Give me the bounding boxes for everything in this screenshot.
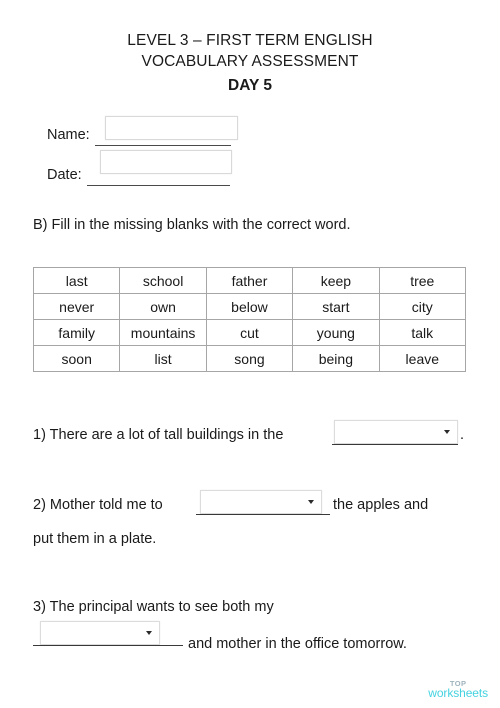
table-row: soon list song being leave	[32, 345, 467, 372]
question-2-dropdown[interactable]	[200, 490, 322, 514]
word-cell: start	[292, 293, 380, 320]
title-line-2: VOCABULARY ASSESSMENT	[141, 53, 359, 71]
word-bank-table: last school father keep tree never own b…	[32, 267, 467, 372]
title-day: DAY 5	[228, 76, 272, 94]
word-cell: list	[119, 345, 207, 372]
chevron-down-icon	[146, 631, 152, 635]
word-cell: father	[205, 267, 294, 294]
page-title: LEVEL 3 – FIRST TERM ENGLISH VOCABULARY …	[0, 0, 500, 96]
word-cell: leave	[378, 345, 467, 372]
question-2-text-after: the apples and	[333, 497, 429, 513]
question-3-dropdown[interactable]	[40, 621, 160, 645]
question-1-blank-underline	[332, 444, 458, 445]
chevron-down-icon	[308, 500, 314, 504]
word-cell: tree	[378, 267, 467, 294]
word-cell: keep	[292, 267, 380, 294]
name-input[interactable]	[105, 116, 238, 140]
table-row: family mountains cut young talk	[32, 319, 467, 346]
word-cell: young	[292, 319, 380, 346]
word-cell: never	[32, 293, 121, 320]
question-2-text-continued: put them in a plate.	[33, 531, 157, 547]
question-3-blank-underline	[33, 645, 183, 646]
question-1-period: .	[460, 427, 465, 443]
date-underline	[86, 185, 230, 186]
word-cell: own	[119, 293, 207, 320]
logo-main-text: worksheets	[428, 686, 488, 701]
question-1-dropdown[interactable]	[334, 420, 458, 444]
word-cell: below	[205, 293, 294, 320]
word-cell: cut	[205, 319, 294, 346]
word-cell: being	[292, 345, 380, 372]
word-cell: mountains	[119, 319, 207, 346]
question-2-blank-underline	[196, 514, 330, 515]
name-label: Name:	[47, 126, 90, 143]
word-cell: last	[32, 267, 121, 294]
word-cell: talk	[378, 319, 467, 346]
instruction-text: B) Fill in the missing blanks with the c…	[33, 217, 351, 233]
table-row: never own below start city	[32, 293, 467, 320]
word-cell: soon	[32, 345, 121, 372]
word-cell: city	[378, 293, 467, 320]
question-2-text: 2) Mother told me to	[33, 497, 163, 513]
chevron-down-icon	[444, 430, 450, 434]
date-label: Date:	[47, 166, 82, 183]
word-cell: song	[205, 345, 294, 372]
question-1-text: 1) There are a lot of tall buildings in …	[33, 427, 284, 443]
topworksheets-logo: TOP worksheets	[428, 679, 488, 701]
title-line-1: LEVEL 3 – FIRST TERM ENGLISH	[127, 32, 373, 49]
word-cell: family	[32, 319, 121, 346]
word-cell: school	[119, 267, 207, 294]
table-row: last school father keep tree	[32, 267, 467, 294]
name-underline	[94, 145, 231, 146]
question-3-text: 3) The principal wants to see both my	[33, 599, 274, 615]
date-input[interactable]	[100, 150, 232, 174]
question-3-text-after: and mother in the office tomorrow.	[188, 636, 407, 652]
